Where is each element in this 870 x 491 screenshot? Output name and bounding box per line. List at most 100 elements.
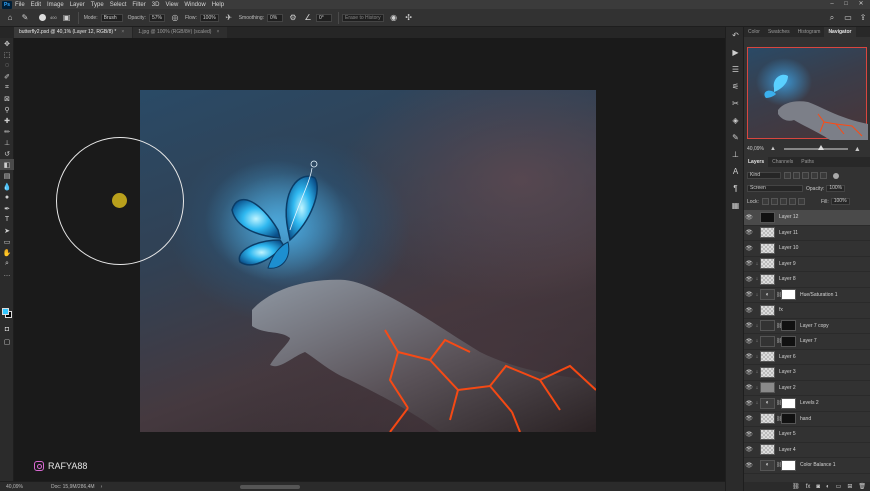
status-menu-icon[interactable]: ›: [101, 484, 103, 490]
3d-icon[interactable]: ◈: [726, 112, 745, 129]
layer-row[interactable]: 👁 ⛓ hand: [744, 412, 870, 427]
layer-style-icon[interactable]: fx: [806, 484, 811, 490]
character-icon[interactable]: A: [726, 163, 745, 180]
smoothing-field[interactable]: 0%: [267, 13, 283, 22]
filter-toggle-icon[interactable]: [833, 172, 839, 179]
layer-thumbnail[interactable]: [760, 382, 775, 394]
frame-tool-icon[interactable]: ⊠: [0, 93, 14, 104]
opacity-field[interactable]: 57%: [148, 13, 165, 22]
tab-layers[interactable]: Layers: [744, 157, 769, 167]
navigator-zoom-value[interactable]: 40,09%: [747, 146, 764, 152]
layer-row[interactable]: 👁 Layer 10: [744, 241, 870, 257]
layer-thumbnail[interactable]: [760, 273, 775, 285]
visibility-eye-icon[interactable]: 👁: [744, 307, 754, 314]
marquee-tool-icon[interactable]: ⬚: [0, 49, 14, 60]
zoom-in-icon[interactable]: ▲: [854, 146, 861, 153]
clone-source-icon[interactable]: ⊥: [726, 146, 745, 163]
layer-name[interactable]: hand: [800, 416, 811, 422]
visibility-eye-icon[interactable]: 👁: [744, 369, 754, 376]
erase-to-history-checkbox[interactable]: Erase to History: [342, 13, 384, 22]
layer-mask-thumbnail[interactable]: [781, 397, 796, 409]
tab-channels[interactable]: Channels: [768, 157, 797, 167]
eyedropper-tool-icon[interactable]: ⚲: [0, 104, 14, 115]
brush-settings-icon[interactable]: ▣: [62, 13, 72, 23]
visibility-eye-icon[interactable]: 👁: [744, 245, 754, 252]
blend-mode-select[interactable]: Screen: [747, 185, 803, 192]
close-icon[interactable]: ×: [216, 29, 219, 35]
new-group-icon[interactable]: ▭: [836, 483, 842, 490]
layer-name[interactable]: Layer 3: [779, 369, 796, 375]
layer-name[interactable]: Layer 11: [779, 230, 798, 236]
menu-item-file[interactable]: File: [15, 2, 25, 8]
visibility-eye-icon[interactable]: 👁: [744, 431, 754, 438]
layer-row[interactable]: 👁 Layer 11: [744, 226, 870, 241]
layer-thumbnail[interactable]: [760, 258, 775, 270]
more-tools-icon[interactable]: …: [0, 269, 14, 280]
layer-row[interactable]: 👁 ↓ Layer 3: [744, 365, 870, 381]
layer-name[interactable]: Layer 10: [779, 245, 798, 251]
tab-histogram[interactable]: Histogram: [794, 27, 825, 37]
symmetry-icon[interactable]: ✣: [404, 13, 414, 23]
layer-name[interactable]: Levels 2: [800, 400, 819, 406]
zoom-out-icon[interactable]: ▲: [770, 146, 776, 152]
quick-mask-icon[interactable]: ◘: [0, 324, 14, 335]
menu-item-view[interactable]: View: [165, 2, 178, 8]
angle-field[interactable]: 0°: [316, 13, 332, 22]
type-tool-icon[interactable]: T: [0, 214, 14, 225]
menu-item-edit[interactable]: Edit: [31, 2, 41, 8]
layer-mask-thumbnail[interactable]: [781, 289, 796, 301]
actions-icon[interactable]: ▶: [726, 44, 745, 61]
layer-row[interactable]: 👁 ↓ ◐ ⛓ Levels 2: [744, 396, 870, 412]
rectangle-tool-icon[interactable]: ▭: [0, 236, 14, 247]
navigator-zoom-slider[interactable]: [783, 145, 848, 150]
layer-thumbnail[interactable]: [760, 320, 775, 332]
link-layers-icon[interactable]: ⛓: [792, 483, 800, 490]
path-selection-tool-icon[interactable]: ➤: [0, 225, 14, 236]
screen-mode-icon[interactable]: ▢: [0, 336, 14, 347]
layer-mask-thumbnail[interactable]: [781, 413, 796, 425]
layer-thumbnail[interactable]: [760, 211, 775, 223]
layer-mask-thumbnail[interactable]: [781, 335, 796, 347]
eraser-tool-icon[interactable]: ✎: [20, 13, 30, 23]
menu-item-type[interactable]: Type: [91, 2, 104, 8]
close-icon[interactable]: ×: [121, 29, 124, 35]
visibility-eye-icon[interactable]: 👁: [744, 322, 754, 329]
filter-adjustment-icon[interactable]: [793, 172, 800, 179]
visibility-eye-icon[interactable]: 👁: [744, 229, 754, 236]
dodge-tool-icon[interactable]: ●: [0, 192, 14, 203]
close-icon[interactable]: ✕: [855, 0, 867, 9]
clone-stamp-tool-icon[interactable]: ⊥: [0, 137, 14, 148]
new-layer-icon[interactable]: ⊞: [847, 483, 852, 490]
layer-row[interactable]: 👁 fx: [744, 303, 870, 319]
minimize-icon[interactable]: –: [826, 0, 838, 9]
horizontal-scrollbar[interactable]: [240, 485, 300, 489]
home-icon[interactable]: ⌂: [5, 13, 15, 23]
layer-row[interactable]: 👁 ↓ ⛓ Layer 7 copy: [744, 319, 870, 334]
layer-thumbnail[interactable]: [760, 242, 775, 254]
layer-opacity-field[interactable]: 100%: [826, 185, 846, 192]
healing-brush-tool-icon[interactable]: ✚: [0, 115, 14, 126]
layer-row[interactable]: 👁 ↓ ◐ ⛓ Hue/Saturation 1: [744, 288, 870, 303]
menu-item-layer[interactable]: Layer: [70, 2, 85, 8]
angle-icon[interactable]: ∠: [303, 13, 313, 23]
layer-row[interactable]: 👁 Layer 12: [744, 210, 870, 226]
tools-preset-icon[interactable]: ✂: [726, 95, 745, 112]
layer-name[interactable]: fx: [779, 307, 783, 313]
layer-mask-thumbnail[interactable]: [781, 320, 796, 332]
layer-row[interactable]: 👁 ↓ Layer 9: [744, 257, 870, 272]
history-icon[interactable]: ↶: [726, 27, 745, 44]
layer-name[interactable]: Hue/Saturation 1: [800, 292, 838, 298]
slider-knob[interactable]: [817, 145, 824, 150]
visibility-eye-icon[interactable]: 👁: [744, 260, 754, 267]
brush-tool-icon[interactable]: ✏: [0, 126, 14, 137]
visibility-eye-icon[interactable]: 👁: [744, 291, 754, 298]
document-tab[interactable]: 1.jpg @ 100% (RGB/8#) (scaled) ×: [133, 27, 228, 38]
filter-smart-object-icon[interactable]: [820, 172, 827, 179]
layer-thumbnail[interactable]: [760, 413, 775, 425]
delete-layer-icon[interactable]: 🗑: [858, 483, 866, 490]
layer-name[interactable]: Layer 6: [779, 354, 796, 360]
filter-shape-icon[interactable]: [811, 172, 818, 179]
restore-icon[interactable]: □: [840, 0, 852, 9]
menu-item-window[interactable]: Window: [184, 2, 205, 8]
layer-name[interactable]: Layer 4: [779, 447, 796, 453]
